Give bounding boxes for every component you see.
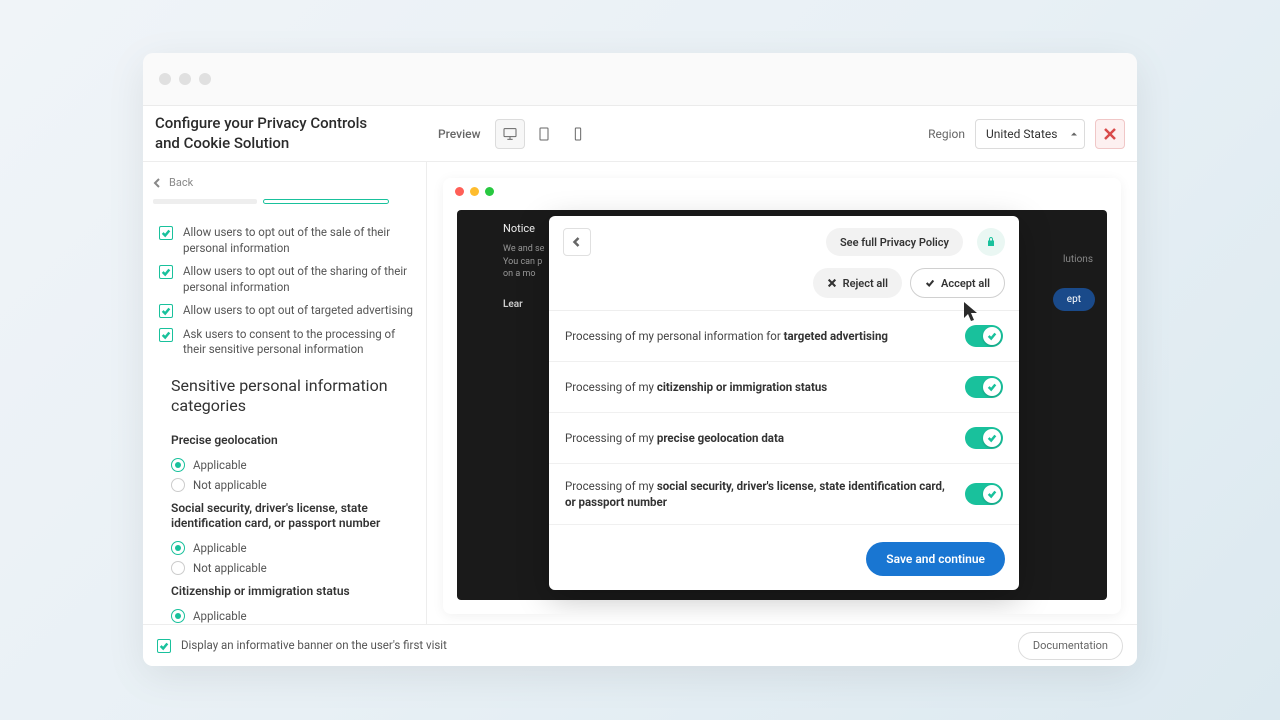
region-select-wrap: United States [975, 119, 1085, 149]
toggle-list: Processing of my personal information fo… [549, 310, 1019, 528]
preview-controls: Preview [438, 119, 593, 149]
close-button[interactable] [1095, 119, 1125, 149]
see-policy-button[interactable]: See full Privacy Policy [826, 228, 963, 256]
toggle-label: Processing of my social security, driver… [565, 478, 953, 510]
allow-opt-out-sale[interactable]: Allow users to opt out of the sale of th… [153, 221, 414, 260]
check-icon [987, 331, 997, 341]
app-window: Configure your Privacy Controls and Cook… [143, 53, 1137, 666]
preview-page: Notice We and se You can p on a mo Lear … [457, 210, 1107, 600]
toggle-row-targeted: Processing of my personal information fo… [549, 311, 1019, 362]
preview-zoom-icon [485, 187, 494, 196]
traffic-light-close[interactable] [159, 73, 171, 85]
documentation-button[interactable]: Documentation [1018, 632, 1123, 660]
bg-text: lutions [1063, 254, 1093, 265]
toggle-row-citizenship: Processing of my citizenship or immigrat… [549, 362, 1019, 413]
app-body: Configure your Privacy Controls and Cook… [143, 105, 1137, 666]
back-link[interactable]: Back [153, 172, 414, 199]
lock-button[interactable] [977, 228, 1005, 256]
close-icon [1104, 128, 1116, 140]
topbar: Configure your Privacy Controls and Cook… [143, 106, 1137, 162]
preview-pane: Notice We and se You can p on a mo Lear … [427, 162, 1137, 624]
preview-browser-chrome [443, 178, 1121, 204]
check-icon [925, 278, 935, 288]
toggle-switch[interactable] [965, 325, 1003, 347]
modal-footer: Save and continue [549, 528, 1019, 590]
checkbox-icon [159, 304, 173, 318]
check-label: Ask users to consent to the processing o… [183, 327, 414, 358]
toggle-switch[interactable] [965, 427, 1003, 449]
radio-applicable-1[interactable]: Applicable [153, 538, 414, 558]
device-buttons [495, 119, 593, 149]
region-select[interactable]: United States [975, 119, 1085, 149]
toggle-label: Processing of my citizenship or immigrat… [565, 379, 953, 395]
footer: Display an informative banner on the use… [143, 624, 1137, 666]
toggle-row-ssn: Processing of my social security, driver… [549, 464, 1019, 525]
category-heading: Social security, driver's license, state… [153, 495, 414, 538]
modal-header: See full Privacy Policy [549, 216, 1019, 268]
check-icon [987, 382, 997, 392]
device-desktop-button[interactable] [495, 119, 525, 149]
checkbox-icon [159, 226, 173, 240]
toggle-label: Processing of my precise geolocation dat… [565, 430, 953, 446]
checkbox-icon [159, 328, 173, 342]
traffic-light-zoom[interactable] [199, 73, 211, 85]
checkbox-icon [157, 639, 171, 653]
radio-not-applicable-1[interactable]: Not applicable [153, 558, 414, 578]
radio-icon [171, 561, 185, 575]
arrow-left-icon [153, 178, 163, 188]
main-body: Back Allow users to opt out of the sale … [143, 162, 1137, 624]
desktop-icon [502, 126, 518, 142]
modal-actions: Reject all Accept all [549, 268, 1019, 310]
traffic-light-minimize[interactable] [179, 73, 191, 85]
toggle-row-geolocation: Processing of my precise geolocation dat… [549, 413, 1019, 464]
mobile-icon [570, 126, 586, 142]
preview-browser-window: Notice We and se You can p on a mo Lear … [443, 178, 1121, 614]
toggle-switch[interactable] [965, 376, 1003, 398]
sensitive-categories-title: Sensitive personal information categorie… [153, 362, 414, 428]
check-icon [987, 433, 997, 443]
lock-icon [985, 236, 997, 248]
radio-icon [171, 458, 185, 472]
banner-checkbox-row[interactable]: Display an informative banner on the use… [157, 638, 447, 654]
accept-all-button[interactable]: Accept all [910, 268, 1005, 298]
main-content: Notice We and se You can p on a mo Lear … [427, 162, 1137, 624]
checkbox-icon [159, 265, 173, 279]
radio-icon [171, 609, 185, 623]
page-title: Configure your Privacy Controls and Cook… [155, 114, 410, 153]
preview-label: Preview [438, 127, 481, 141]
category-heading: Precise geolocation [153, 427, 414, 455]
preview-min-icon [470, 187, 479, 196]
chevron-left-icon [572, 237, 582, 247]
region-label: Region [928, 127, 965, 141]
preview-close-icon [455, 187, 464, 196]
allow-opt-out-targeted[interactable]: Allow users to opt out of targeted adver… [153, 299, 414, 323]
toggle-switch[interactable] [965, 483, 1003, 505]
device-mobile-button[interactable] [563, 119, 593, 149]
save-continue-button[interactable]: Save and continue [866, 542, 1005, 576]
radio-applicable-0[interactable]: Applicable [153, 455, 414, 475]
radio-applicable-2[interactable]: Applicable [153, 606, 414, 624]
check-label: Allow users to opt out of targeted adver… [183, 303, 413, 319]
bg-accept-btn: ept [1053, 288, 1095, 311]
radio-icon [171, 541, 185, 555]
check-icon [987, 489, 997, 499]
radio-icon [171, 478, 185, 492]
check-label: Allow users to opt out of the sharing of… [183, 264, 414, 295]
sidebar: Back Allow users to opt out of the sale … [143, 162, 427, 624]
toggle-label: Processing of my personal information fo… [565, 328, 953, 344]
modal-back-button[interactable] [563, 228, 591, 256]
radio-not-applicable-0[interactable]: Not applicable [153, 475, 414, 495]
check-label: Allow users to opt out of the sale of th… [183, 225, 414, 256]
ask-consent-sensitive[interactable]: Ask users to consent to the processing o… [153, 323, 414, 362]
allow-opt-out-sharing[interactable]: Allow users to opt out of the sharing of… [153, 260, 414, 299]
category-heading: Citizenship or immigration status [153, 578, 414, 606]
banner-check-label: Display an informative banner on the use… [181, 638, 447, 654]
back-label: Back [169, 176, 193, 189]
privacy-modal: See full Privacy Policy Reject all [549, 216, 1019, 590]
device-tablet-button[interactable] [529, 119, 559, 149]
reject-all-button[interactable]: Reject all [813, 268, 902, 298]
tablet-icon [536, 126, 552, 142]
x-icon [827, 278, 837, 288]
window-titlebar [143, 53, 1137, 105]
